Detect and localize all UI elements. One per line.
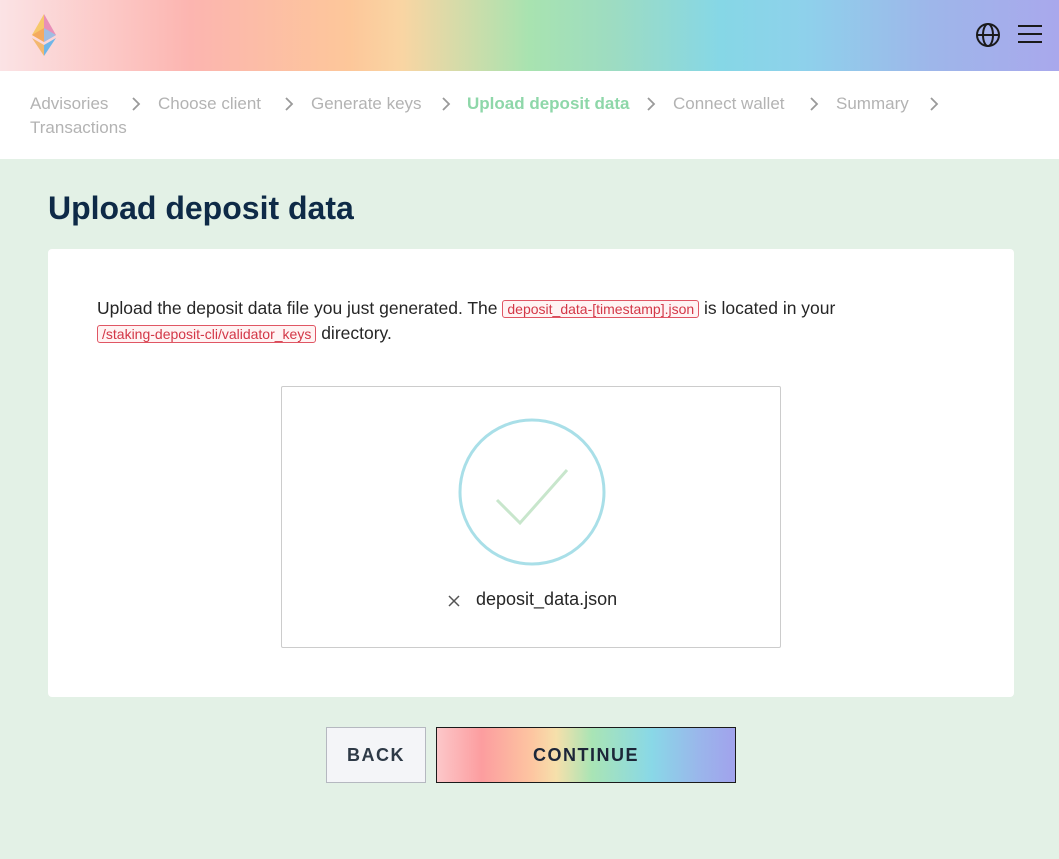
page-title: Upload deposit data	[48, 190, 354, 226]
chevron-right-icon	[441, 97, 451, 111]
instructions-text: Upload the deposit data file you just ge…	[97, 296, 917, 346]
instructions-part-1: Upload the deposit data file you just ge…	[97, 298, 498, 318]
checkmark-circle-icon	[457, 417, 607, 567]
back-button[interactable]: BACK	[326, 727, 426, 783]
file-dropzone[interactable]: deposit_data.json	[281, 386, 781, 648]
breadcrumb-item-summary[interactable]: Summary	[836, 94, 909, 114]
breadcrumb-item-connect-wallet[interactable]: Connect wallet	[673, 94, 785, 114]
instructions-part-2: is located in your	[704, 298, 836, 318]
chevron-right-icon	[646, 97, 656, 111]
breadcrumb: Advisories Choose client Generate keys U…	[0, 71, 1059, 159]
breadcrumb-item-generate-keys[interactable]: Generate keys	[311, 94, 422, 114]
chevron-right-icon	[284, 97, 294, 111]
breadcrumb-item-transactions[interactable]: Transactions	[30, 118, 127, 138]
upload-card: Upload the deposit data file you just ge…	[48, 249, 1014, 697]
hamburger-menu-icon[interactable]	[1018, 25, 1042, 45]
continue-button[interactable]: CONTINUE	[436, 727, 736, 783]
breadcrumb-item-upload-deposit-data[interactable]: Upload deposit data	[467, 94, 629, 114]
top-header	[0, 0, 1059, 71]
chevron-right-icon	[809, 97, 819, 111]
close-icon[interactable]	[447, 594, 461, 608]
breadcrumb-item-advisories[interactable]: Advisories	[30, 94, 108, 114]
instructions-part-3: directory.	[321, 323, 392, 343]
globe-icon[interactable]	[975, 22, 1001, 48]
uploaded-file-name: deposit_data.json	[476, 589, 618, 609]
chevron-right-icon	[929, 97, 939, 111]
directory-code: /staking-deposit-cli/validator_keys	[97, 325, 317, 343]
filename-code: deposit_data-[timestamp].json	[502, 300, 700, 318]
chevron-right-icon	[131, 97, 141, 111]
ethereum-logo-icon[interactable]	[30, 14, 58, 56]
breadcrumb-item-choose-client[interactable]: Choose client	[158, 94, 261, 114]
